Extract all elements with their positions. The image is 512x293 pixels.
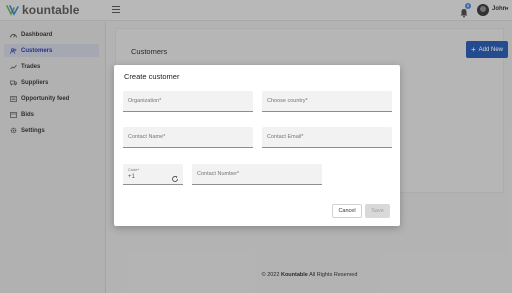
save-button[interactable]: Save [365, 204, 390, 218]
country-select[interactable]: Choose country* [262, 91, 392, 112]
country-placeholder: Choose country* [267, 98, 308, 104]
contact-number-field[interactable]: Contact Number* [192, 164, 322, 185]
dialog-title: Create customer [124, 72, 180, 81]
contact-name-field[interactable]: Contact Name* [123, 127, 253, 148]
organization-field[interactable]: Organization* [123, 91, 253, 112]
contact-email-field[interactable]: Contact Email* [262, 127, 392, 148]
organization-placeholder: Organization* [128, 98, 162, 104]
country-code-field[interactable]: Code* +1 [123, 164, 183, 185]
create-customer-dialog: Create customer Organization* Choose cou… [114, 65, 400, 226]
refresh-icon[interactable] [171, 170, 179, 182]
contact-number-placeholder: Contact Number* [197, 171, 240, 177]
contact-name-placeholder: Contact Name* [128, 134, 166, 140]
code-label: Code* [128, 167, 140, 172]
code-value: +1 [128, 174, 135, 180]
contact-email-placeholder: Contact Email* [267, 134, 304, 140]
cancel-button[interactable]: Cancel [332, 204, 362, 218]
